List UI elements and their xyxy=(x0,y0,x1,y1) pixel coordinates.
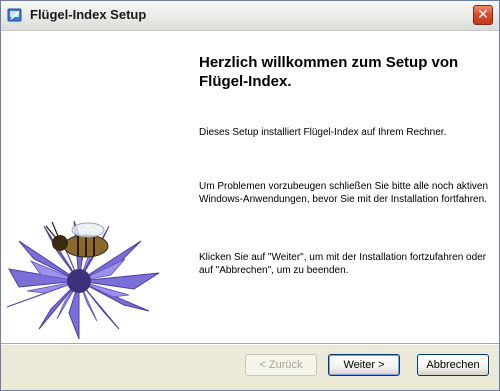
close-icon: ✕ xyxy=(477,7,489,23)
close-button[interactable]: ✕ xyxy=(473,5,493,25)
cancel-button[interactable]: Abbrechen xyxy=(417,354,489,376)
installer-icon xyxy=(7,7,23,23)
window-title: Flügel-Index Setup xyxy=(30,7,147,22)
content-panel: Herzlich willkommen zum Setup von Flügel… xyxy=(1,31,499,343)
bee-on-cornflower-image xyxy=(6,220,160,340)
instruction-text: Klicken Sie auf "Weiter", um mit der Ins… xyxy=(199,252,487,276)
back-button[interactable]: < Zurück xyxy=(245,354,317,376)
setup-window: Flügel-Index Setup ✕ Herzlich willkommen… xyxy=(0,0,500,391)
title-bar[interactable]: Flügel-Index Setup ✕ xyxy=(1,1,499,31)
close-apps-text: Um Problemen vorzubeugen schließen Sie b… xyxy=(199,181,489,205)
next-button[interactable]: Weiter > xyxy=(328,354,400,376)
intro-text: Dieses Setup installiert Flügel-Index au… xyxy=(199,127,447,138)
footer-divider xyxy=(1,343,499,345)
welcome-heading: Herzlich willkommen zum Setup von Flügel… xyxy=(199,54,459,90)
